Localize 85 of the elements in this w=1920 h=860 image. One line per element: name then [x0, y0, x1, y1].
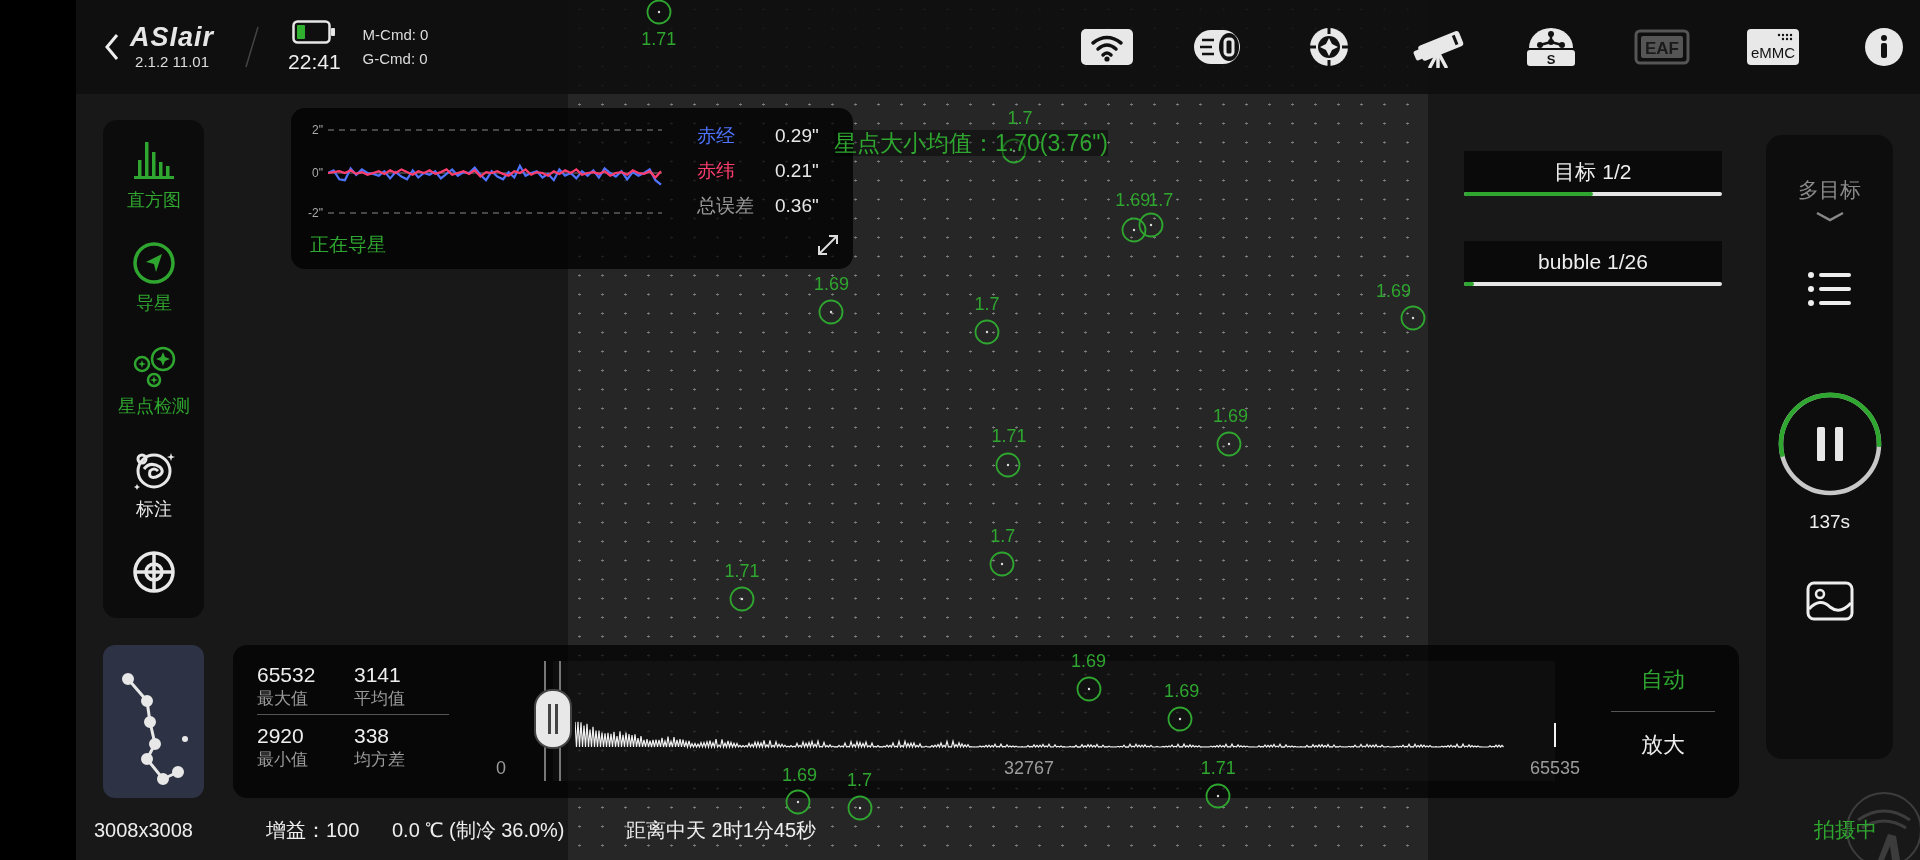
range-slider-handle[interactable]	[533, 661, 573, 781]
stat-label: 最小值	[257, 749, 309, 771]
star-marker-icon	[1137, 211, 1165, 240]
star-marker-icon	[972, 317, 1001, 346]
version-text: 2.1.2 11.01	[135, 52, 209, 72]
constellation-thumbnail[interactable]	[103, 645, 204, 798]
status-info: 增益：100	[266, 818, 361, 843]
status-info: 3008x3008	[94, 818, 194, 843]
star-marker-icon	[845, 794, 874, 823]
star-size-label: 1.69	[813, 274, 849, 295]
guiding-status: 正在导星	[310, 233, 386, 257]
exposure-countdown: 137s	[1808, 510, 1851, 534]
star-size-label: 1.69	[782, 765, 818, 786]
stat-value: 2920	[257, 723, 305, 749]
star-marker-icon	[1215, 430, 1244, 459]
stat-value: 3141	[354, 662, 402, 688]
axis-legend-label: 赤经	[697, 125, 736, 147]
list-icon[interactable]	[1806, 269, 1853, 309]
battery-icon	[292, 20, 337, 44]
star-marker-icon	[993, 451, 1022, 480]
star-size-label: 1.7	[1148, 189, 1174, 210]
stat-value: 338	[354, 723, 391, 749]
axis-tick-label: 0	[496, 757, 506, 780]
sidebar-tool[interactable]: 导星	[129, 241, 178, 315]
sequence-label: 目标 1/2	[1553, 159, 1633, 185]
star-size-label: 1.71	[641, 29, 677, 50]
star-size-label: 1.71	[1200, 757, 1236, 778]
star-size-label: 1.7	[990, 526, 1016, 547]
axis-tick-label: 65535	[1529, 757, 1581, 780]
star-marker-icon	[644, 0, 673, 27]
star-marker-icon	[987, 550, 1016, 579]
pause-button[interactable]	[1776, 391, 1883, 497]
sidebar-tool[interactable]: 星点检测	[117, 344, 190, 418]
histogram-mode-button[interactable]: 自动	[1611, 665, 1715, 712]
multi-target-label[interactable]: 多目标	[1798, 177, 1861, 203]
sequence-progress-card[interactable]: bubble 1/26	[1464, 241, 1722, 286]
clock-time: 22:41	[288, 50, 341, 74]
axis-legend-label: 赤纬	[697, 160, 736, 182]
star-marker-icon	[1399, 304, 1428, 333]
guide-command-count: G-Cmd: 0	[362, 50, 429, 68]
back-icon[interactable]	[104, 33, 120, 61]
expand-icon[interactable]	[816, 233, 840, 257]
star-marker-icon	[728, 584, 757, 613]
slash-divider	[244, 25, 261, 69]
star-size-label: 1.71	[724, 560, 760, 581]
star-marker-icon	[1074, 675, 1103, 704]
axis-tick-label: -2"	[307, 206, 323, 220]
sidebar-tool[interactable]: 直方图	[126, 138, 181, 212]
sequence-progress-card[interactable]: 目标 1/2	[1464, 151, 1722, 196]
capture-status: 拍摄中	[1814, 817, 1877, 843]
histogram-mode-button[interactable]: 放大	[1611, 712, 1715, 760]
axis-tick-label: 32767	[1003, 757, 1055, 780]
star-size-label: 1.71	[991, 425, 1027, 446]
axis-tick-label: 2"	[311, 123, 323, 137]
star-marker-icon	[1166, 704, 1195, 733]
star-size-label: 1.7	[974, 293, 1000, 314]
star-size-label: 1.69	[1115, 189, 1151, 210]
status-info: 距离中天 2时1分45秒	[626, 818, 817, 843]
star-marker-icon	[1119, 216, 1148, 245]
star-size-label: 1.69	[1375, 281, 1411, 302]
app-logo: ASIair	[130, 22, 215, 52]
error-value: 0.36"	[775, 195, 819, 217]
star-size-label: 1.69	[1164, 680, 1200, 701]
error-value: 0.29"	[775, 125, 819, 147]
star-marker-icon	[1204, 781, 1233, 810]
mount-command-count: M-Cmd: 0	[362, 26, 429, 44]
stat-label: 均方差	[354, 749, 406, 771]
star-size-average: 星点大小均值：1.70(3.76")	[834, 130, 1108, 156]
error-value: 0.21"	[775, 160, 819, 182]
sequence-label: bubble 1/26	[1537, 249, 1649, 275]
status-info: 0.0 ℃ (制冷 36.0%)	[392, 818, 566, 843]
stat-label: 最大值	[257, 688, 309, 710]
star-size-label: 1.7	[1007, 107, 1033, 128]
stat-label: 平均值	[354, 688, 406, 710]
star-size-label: 1.7	[847, 770, 873, 790]
star-marker-icon	[784, 788, 813, 817]
axis-legend-label: 总误差	[697, 195, 755, 217]
star-marker-icon	[817, 298, 846, 327]
star-size-label: 1.69	[1071, 651, 1107, 672]
axis-tick-label: 0"	[311, 166, 323, 180]
chevron-down-icon[interactable]	[1814, 211, 1845, 223]
star-size-label: 1.69	[1213, 406, 1249, 427]
sidebar-tool[interactable]: 标注	[129, 447, 178, 521]
image-gallery-icon[interactable]	[1805, 581, 1854, 621]
stat-value: 65532	[257, 662, 317, 688]
